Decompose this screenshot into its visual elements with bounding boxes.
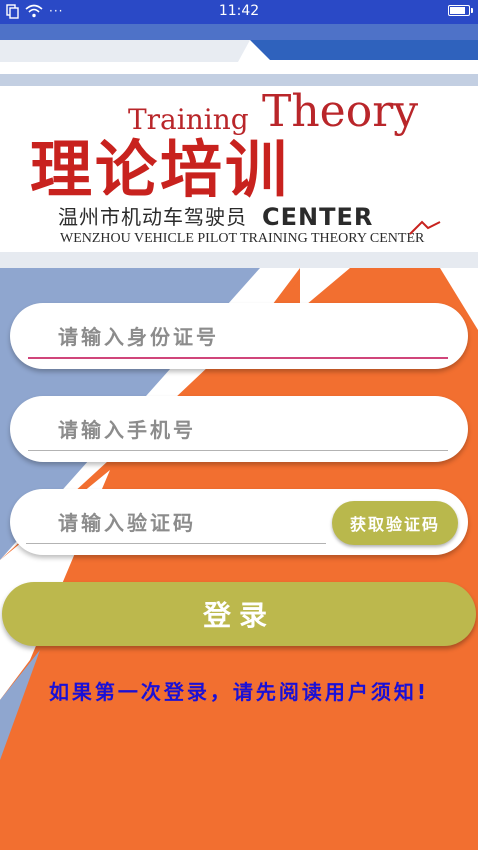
- logo-center-text: CENTER: [262, 203, 374, 231]
- phone-number-underline: [28, 450, 448, 451]
- status-bar: ··· 11:42: [0, 0, 478, 24]
- verification-code-field: 获取验证码: [10, 489, 468, 555]
- phone-number-input[interactable]: [28, 410, 446, 450]
- verification-code-input[interactable]: [28, 503, 328, 543]
- training-center-logo: Training Theory 理论培训 温州市机动车驾驶员 CENTER WE…: [0, 80, 478, 250]
- get-code-button[interactable]: 获取验证码: [332, 501, 458, 545]
- logo-english-subtitle: WENZHOU VEHICLE PILOT TRAINING THEORY CE…: [60, 231, 425, 246]
- battery-level: [450, 7, 465, 14]
- logo-theory-text: Theory: [262, 86, 419, 137]
- logo-figure-icon: [409, 220, 441, 235]
- battery-icon: [448, 5, 473, 16]
- logo-training-text: Training: [128, 103, 249, 136]
- logo-chinese-subtitle: 温州市机动车驾驶员: [58, 205, 247, 229]
- verification-code-underline: [26, 543, 326, 544]
- status-time: 11:42: [218, 3, 260, 19]
- login-button[interactable]: 登录: [2, 582, 476, 646]
- phone-number-field: [10, 396, 468, 462]
- id-number-underline: [28, 357, 448, 359]
- logo-chinese-title: 理论培训: [30, 133, 291, 206]
- id-number-input[interactable]: [28, 317, 446, 357]
- id-number-field: [10, 303, 468, 369]
- user-notice-link[interactable]: 如果第一次登录，请先阅读用户须知!: [0, 676, 478, 705]
